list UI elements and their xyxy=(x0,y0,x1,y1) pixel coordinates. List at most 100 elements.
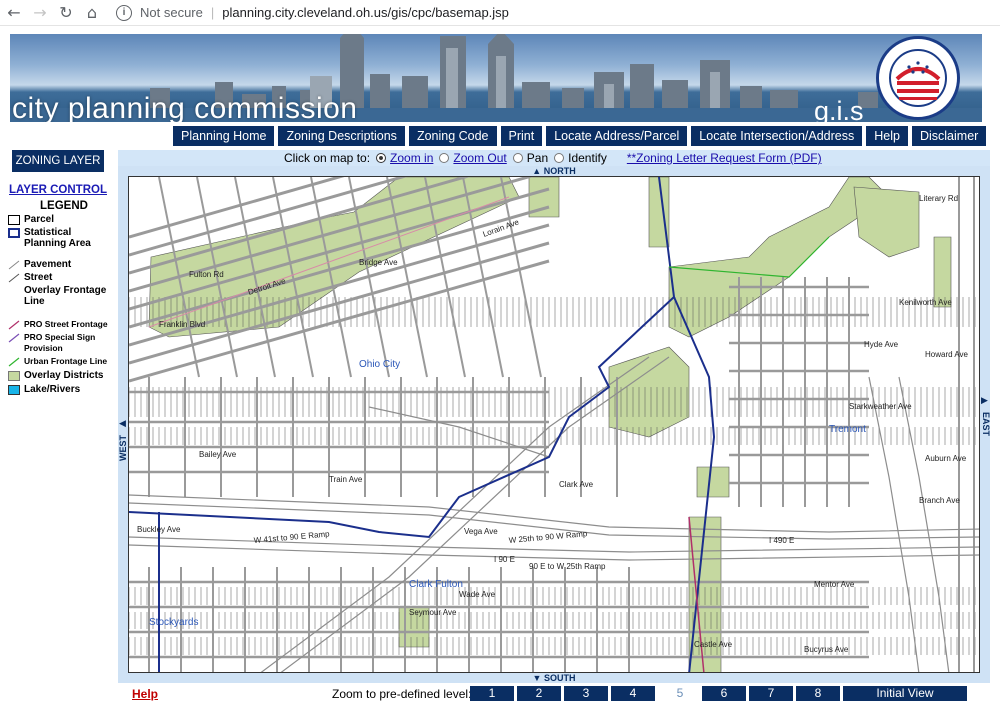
street-line-icon xyxy=(8,273,20,283)
nav-locate-intersection[interactable]: Locate Intersection/Address xyxy=(691,126,863,146)
west-label: WEST xyxy=(118,435,128,461)
address-divider: | xyxy=(210,5,215,20)
svg-text:Auburn Ave: Auburn Ave xyxy=(925,454,967,463)
legend-item-pro-street: PRO Street Frontage xyxy=(2,319,116,330)
svg-text:I 90 E: I 90 E xyxy=(494,555,515,564)
svg-text:Seymour Ave: Seymour Ave xyxy=(409,608,457,617)
svg-text:Branch Ave: Branch Ave xyxy=(919,496,960,505)
svg-text:Bucyrus Ave: Bucyrus Ave xyxy=(804,645,849,654)
south-arrow-icon: ▼ xyxy=(532,673,544,683)
svg-text:Literary Rd: Literary Rd xyxy=(919,194,958,203)
zoom-in-radio[interactable] xyxy=(376,153,387,163)
svg-text:Wade Ave: Wade Ave xyxy=(459,590,496,599)
forward-arrow-icon[interactable]: → xyxy=(28,1,52,25)
svg-text:Train Ave: Train Ave xyxy=(329,475,363,484)
pan-south-bar[interactable]: ▼ SOUTH xyxy=(118,673,990,683)
north-arrow-icon: ▲ xyxy=(532,166,544,176)
zoning-layer-button[interactable]: ZONING LAYER xyxy=(12,150,104,172)
zoom-level-2[interactable]: 2 xyxy=(517,686,561,701)
nav-help[interactable]: Help xyxy=(866,126,908,146)
zoom-level-8[interactable]: 8 xyxy=(796,686,840,701)
back-arrow-icon[interactable]: ← xyxy=(2,1,26,25)
bottom-bar: Help Zoom to pre-defined level: 1 2 3 4 … xyxy=(118,686,990,702)
east-label: EAST xyxy=(981,412,991,437)
legend-item-pavement: Pavement xyxy=(2,259,116,270)
initial-view-button[interactable]: Initial View xyxy=(843,686,967,701)
zoning-letter-form-link[interactable]: **Zoning Letter Request Form (PDF) xyxy=(627,151,822,165)
legend-item-planning-area: Statistical Planning Area xyxy=(2,227,116,249)
svg-text:Vega Ave: Vega Ave xyxy=(464,527,498,536)
legend-item-street: Street xyxy=(2,272,116,283)
legend-item-overlay-districts: Overlay Districts xyxy=(2,370,116,381)
nav-locate-address[interactable]: Locate Address/Parcel xyxy=(546,126,688,146)
pro-sign-line-icon xyxy=(8,333,20,343)
svg-text:Howard Ave: Howard Ave xyxy=(925,350,969,359)
svg-text:Mentor Ave: Mentor Ave xyxy=(814,580,855,589)
gis-label: g.i.s xyxy=(814,96,864,123)
map-canvas[interactable]: Fulton Rd Detroit Ave Lorain Ave Bridge … xyxy=(129,177,980,673)
nav-zoning-descriptions[interactable]: Zoning Descriptions xyxy=(278,126,405,146)
svg-text:Clark Fulton: Clark Fulton xyxy=(409,579,463,590)
layer-control-link[interactable]: LAYER CONTROL xyxy=(9,184,116,196)
svg-text:Kenilworth Ave: Kenilworth Ave xyxy=(899,298,952,307)
help-link[interactable]: Help xyxy=(132,687,158,701)
svg-text:Bailey Ave: Bailey Ave xyxy=(199,450,237,459)
svg-text:Fulton Rd: Fulton Rd xyxy=(189,270,224,279)
zoom-level-1[interactable]: 1 xyxy=(470,686,514,701)
home-icon[interactable]: ⌂ xyxy=(80,1,104,25)
zoom-level-6[interactable]: 6 xyxy=(702,686,746,701)
header-banner: city planning commission g.i.s xyxy=(10,34,982,122)
nav-planning-home[interactable]: Planning Home xyxy=(173,126,275,146)
pan-label: Pan xyxy=(526,151,549,165)
zoom-level-7[interactable]: 7 xyxy=(749,686,793,701)
info-icon[interactable]: i xyxy=(116,4,132,21)
zoom-level-prompt: Zoom to pre-defined level: xyxy=(332,687,472,701)
nav-disclaimer[interactable]: Disclaimer xyxy=(911,126,987,146)
legend-item-urban-frontage: Urban Frontage Line xyxy=(2,356,116,367)
svg-text:Stockyards: Stockyards xyxy=(149,617,198,628)
identify-radio[interactable] xyxy=(554,153,565,163)
pan-north-bar[interactable]: ▲ NORTH xyxy=(118,166,990,176)
svg-text:I 490 E: I 490 E xyxy=(769,536,794,545)
urban-frontage-icon xyxy=(8,357,20,367)
zoom-out-radio[interactable] xyxy=(439,153,450,163)
pan-radio[interactable] xyxy=(512,153,523,163)
pro-street-line-icon xyxy=(8,320,20,330)
planning-area-box-icon xyxy=(8,228,20,238)
zoom-in-link[interactable]: Zoom in xyxy=(390,151,433,165)
legend-item-pro-sign: PRO Special Sign Provision xyxy=(2,332,116,354)
east-arrow-icon[interactable]: ▶ xyxy=(981,395,988,406)
lake-swatch xyxy=(8,385,20,395)
south-label: SOUTH xyxy=(543,673,576,683)
svg-text:Tremont: Tremont xyxy=(829,424,866,435)
reload-icon[interactable]: ↻ xyxy=(54,1,78,25)
north-label: NORTH xyxy=(543,166,576,176)
url-text[interactable]: planning.city.cleveland.oh.us/gis/cpc/ba… xyxy=(222,5,509,20)
legend-item-lake-rivers: Lake/Rivers xyxy=(2,384,116,395)
map-tool-bar: Click on map to: Zoom in Zoom Out Pan Id… xyxy=(118,150,990,166)
svg-text:Buckley Ave: Buckley Ave xyxy=(137,525,181,534)
city-seal-logo xyxy=(876,36,960,120)
zoom-level-3[interactable]: 3 xyxy=(564,686,608,701)
svg-text:Castle Ave: Castle Ave xyxy=(694,640,733,649)
svg-text:Bridge Ave: Bridge Ave xyxy=(359,258,398,267)
nav-print[interactable]: Print xyxy=(500,126,543,146)
legend-panel: LAYER CONTROL LEGEND Parcel Statistical … xyxy=(2,184,116,395)
parcel-box-icon xyxy=(8,215,20,225)
west-arrow-icon[interactable]: ◀ xyxy=(119,418,126,429)
nav-zoning-code[interactable]: Zoning Code xyxy=(408,126,497,146)
legend-item-parcel: Parcel xyxy=(2,214,116,225)
svg-text:Clark Ave: Clark Ave xyxy=(559,480,594,489)
legend-title: LEGEND xyxy=(40,200,88,212)
svg-text:Franklin Blvd: Franklin Blvd xyxy=(159,320,205,329)
zoom-out-link[interactable]: Zoom Out xyxy=(453,151,506,165)
browser-toolbar: ← → ↻ ⌂ i Not secure | planning.city.cle… xyxy=(0,0,1000,26)
svg-text:Starkweather Ave: Starkweather Ave xyxy=(849,402,912,411)
zoning-map[interactable]: Fulton Rd Detroit Ave Lorain Ave Bridge … xyxy=(128,176,980,673)
main-nav: Planning Home Zoning Descriptions Zoning… xyxy=(173,126,987,146)
address-bar[interactable]: i Not secure | planning.city.cleveland.o… xyxy=(116,4,509,21)
zoom-level-4[interactable]: 4 xyxy=(611,686,655,701)
overlay-district-swatch xyxy=(8,371,20,381)
overlay-frontage-icon xyxy=(8,286,20,296)
site-title: city planning commission xyxy=(12,92,358,123)
